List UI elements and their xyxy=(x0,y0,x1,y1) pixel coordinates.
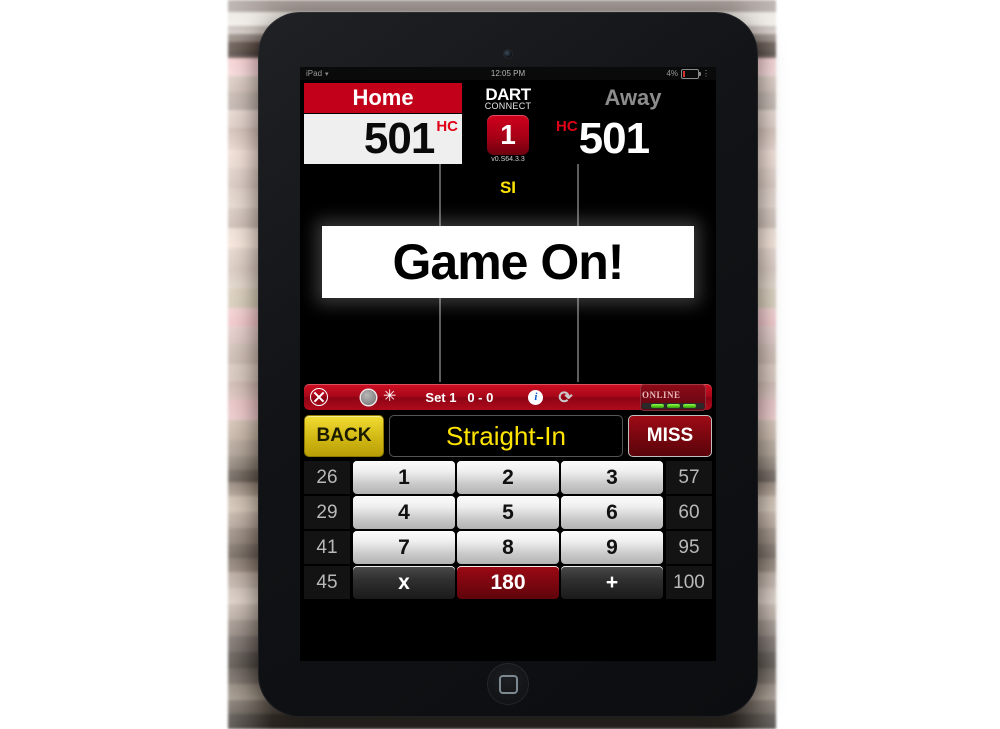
game-on-banner: Game On! xyxy=(322,226,694,298)
quick-score-left-column: 26 29 41 45 xyxy=(304,461,350,599)
gear-icon[interactable]: ✳ xyxy=(383,389,396,405)
quick-score-100[interactable]: 100 xyxy=(666,566,712,599)
key-2[interactable]: 2 xyxy=(457,461,559,494)
quick-score-60[interactable]: 60 xyxy=(666,496,712,529)
quick-score-95[interactable]: 95 xyxy=(666,531,712,564)
miss-button[interactable]: MISS xyxy=(628,415,712,457)
record-circle-icon[interactable] xyxy=(361,389,376,405)
center-column: DART CONNECT 1 v0.S64.3.3 xyxy=(462,83,554,164)
ipad-screen: iPad ▾ 12:05 PM 4% ⋮ Home 501 HC DART CO… xyxy=(300,67,716,661)
quick-score-41[interactable]: 41 xyxy=(304,531,350,564)
key-1[interactable]: 1 xyxy=(353,461,455,494)
charging-icon: ⋮ xyxy=(702,69,710,78)
key-180[interactable]: 180 xyxy=(457,566,559,599)
app-version-label: v0.S64.3.3 xyxy=(491,156,525,163)
dartconnect-logo: DART CONNECT xyxy=(485,83,532,113)
key-6[interactable]: 6 xyxy=(561,496,663,529)
battery-percent-label: 4% xyxy=(666,69,678,78)
status-bar-right: 4% ⋮ xyxy=(666,68,710,79)
number-grid: 1 2 3 4 5 6 7 8 9 x 180 + xyxy=(353,461,663,599)
home-score-value: 501 xyxy=(363,114,435,163)
game-display-area: SI Game On! xyxy=(300,164,716,382)
home-score-box[interactable]: 501 HC xyxy=(304,114,462,164)
start-in-indicator: SI xyxy=(499,178,517,197)
game-mode-display[interactable]: Straight-In xyxy=(389,415,623,457)
game-on-text: Game On! xyxy=(392,234,625,290)
key-9[interactable]: 9 xyxy=(561,531,663,564)
match-toolbar: ✳ Set 1 0 - 0 i ⟳ ONLINE xyxy=(304,383,712,411)
battery-icon xyxy=(681,68,701,79)
set-status-label: Set 1 0 - 0 xyxy=(425,390,493,405)
key-+[interactable]: + xyxy=(561,566,663,599)
key-7[interactable]: 7 xyxy=(353,531,455,564)
key-8[interactable]: 8 xyxy=(457,531,559,564)
away-name-label[interactable]: Away xyxy=(554,83,712,113)
online-status-badge[interactable]: ONLINE xyxy=(640,383,706,411)
logo-line-1: DART xyxy=(485,84,531,104)
wifi-icon: ▾ xyxy=(325,70,329,78)
home-button-square-icon xyxy=(498,674,518,694)
home-name-label[interactable]: Home xyxy=(304,83,462,113)
home-handicap-badge: HC xyxy=(436,118,458,135)
key-x[interactable]: x xyxy=(353,566,455,599)
back-button[interactable]: BACK xyxy=(304,415,384,457)
away-score-box[interactable]: HC 501 xyxy=(554,114,712,164)
status-bar-clock: 12:05 PM xyxy=(490,69,526,78)
signal-bars-icon xyxy=(642,402,704,409)
set-score: 0 - 0 xyxy=(467,389,494,405)
scoreboard: Home 501 HC DART CONNECT 1 v0.S64.3.3 Aw… xyxy=(300,80,716,164)
score-keypad: 26 29 41 45 1 2 3 4 5 6 7 8 9 x 180 + 57 60 95 100 xyxy=(304,461,712,599)
quick-score-57[interactable]: 57 xyxy=(666,461,712,494)
status-bar-left: iPad ▾ xyxy=(306,69,329,78)
away-handicap-badge: HC xyxy=(556,118,578,135)
key-3[interactable]: 3 xyxy=(561,461,663,494)
quick-score-right-column: 57 60 95 100 xyxy=(666,461,712,599)
action-row: BACK Straight-In MISS xyxy=(304,415,712,457)
home-button[interactable] xyxy=(487,663,529,705)
quick-score-45[interactable]: 45 xyxy=(304,566,350,599)
front-camera xyxy=(504,50,512,58)
close-circle-icon[interactable] xyxy=(310,388,328,406)
away-player-panel[interactable]: Away HC 501 xyxy=(554,83,712,164)
home-player-panel[interactable]: Home 501 HC xyxy=(304,83,462,164)
key-5[interactable]: 5 xyxy=(457,496,559,529)
carrier-label: iPad xyxy=(306,69,323,78)
ipad-device-frame: iPad ▾ 12:05 PM 4% ⋮ Home 501 HC DART CO… xyxy=(258,12,758,717)
quick-score-26[interactable]: 26 xyxy=(304,461,350,494)
online-label: ONLINE xyxy=(642,389,681,400)
key-4[interactable]: 4 xyxy=(353,496,455,529)
quick-score-29[interactable]: 29 xyxy=(304,496,350,529)
leg-number-badge[interactable]: 1 xyxy=(487,115,529,155)
refresh-icon[interactable]: ⟳ xyxy=(558,389,572,406)
logo-line-2: CONNECT xyxy=(484,100,532,111)
info-icon[interactable]: i xyxy=(528,389,544,405)
away-score-value: 501 xyxy=(578,114,650,163)
status-bar: iPad ▾ 12:05 PM 4% ⋮ xyxy=(300,67,716,80)
set-label: Set 1 xyxy=(425,389,457,405)
